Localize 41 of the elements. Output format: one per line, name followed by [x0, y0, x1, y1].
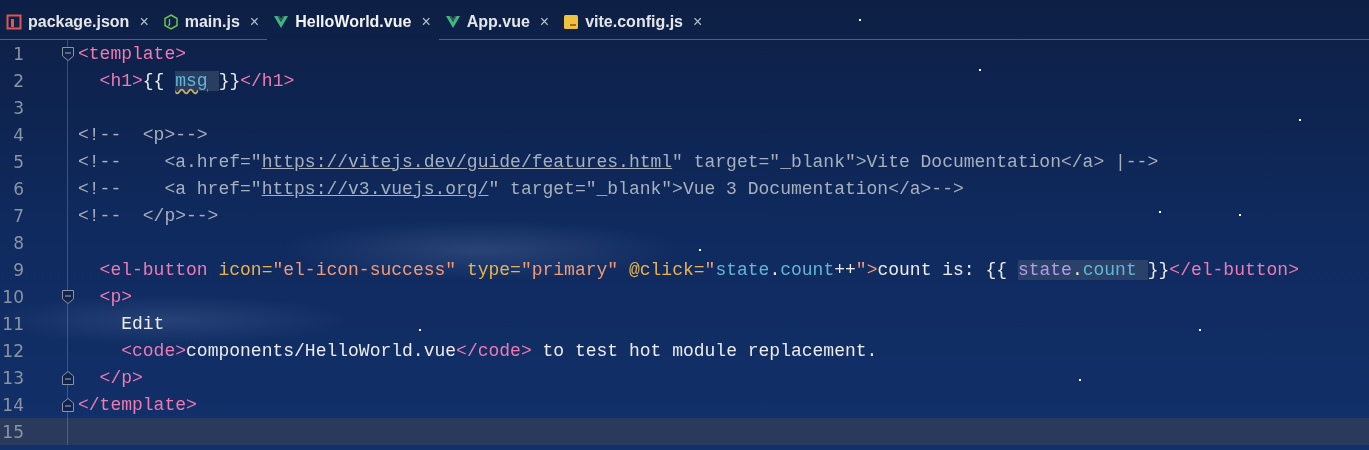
- line-number: 3: [12, 97, 24, 118]
- line-number: 13: [1, 367, 24, 388]
- code-line: <!-- <p>-->: [78, 124, 208, 145]
- code-line: <!-- <a.href="https://vitejs.dev/guide/features.html" target="_blank">Vite Documentation</a> |-->: [78, 151, 1159, 172]
- code-line: <code>components/HelloWorld.vue</code> to test hot module replacement.: [120, 340, 878, 361]
- code-line: <el-button icon="el-icon-success" type="primary" @click="state.count++">count is: {{ state.count }}</el-button>: [98, 259, 1299, 280]
- file-tab[interactable]: HelloWorld.vue ×: [267, 4, 439, 40]
- line-number: 15: [1, 421, 24, 442]
- file-tab[interactable]: App.vue ×: [438, 4, 558, 40]
- js-file-icon: [563, 13, 580, 30]
- line-number: 12: [1, 340, 24, 361]
- line-number: 11: [1, 313, 24, 334]
- line-number: 8: [12, 232, 24, 253]
- code-line: <p>: [98, 286, 132, 307]
- line-number: 6: [12, 178, 24, 199]
- code-line: </p>: [98, 367, 143, 388]
- file-tab[interactable]: main.js ×: [156, 4, 268, 40]
- code-line: <h1>{{ msg }}</h1>: [98, 70, 295, 91]
- line-number: 4: [12, 124, 24, 145]
- file-tab[interactable]: vite.config.js ×: [557, 4, 711, 40]
- line-number: 5: [12, 151, 24, 172]
- fold-icon[interactable]: [62, 289, 74, 304]
- fold-icon[interactable]: [62, 370, 74, 385]
- line-number: 2: [12, 70, 24, 91]
- code-line: <!-- </p>-->: [78, 205, 219, 226]
- code-line: </template>: [78, 394, 197, 415]
- line-number: 9: [12, 259, 24, 280]
- fold-icon[interactable]: [62, 46, 74, 61]
- file-tab[interactable]: package.json ×: [0, 4, 157, 40]
- line-number: 14: [1, 394, 24, 415]
- code-line: <template>: [78, 43, 187, 64]
- vue-icon: [444, 13, 461, 30]
- code-line: <!-- <a href="https://v3.vuejs.org/" target="_blank">Vue 3 Documentation</a>-->: [78, 178, 964, 199]
- fold-icon[interactable]: [62, 397, 74, 412]
- line-number: 7: [12, 205, 24, 226]
- line-number: 10: [1, 286, 24, 307]
- line-number: 1: [12, 43, 24, 64]
- code-line: Edit: [120, 313, 165, 334]
- hexagon-icon: [162, 13, 179, 30]
- json-file-icon: [6, 13, 22, 30]
- vue-icon: [273, 13, 290, 30]
